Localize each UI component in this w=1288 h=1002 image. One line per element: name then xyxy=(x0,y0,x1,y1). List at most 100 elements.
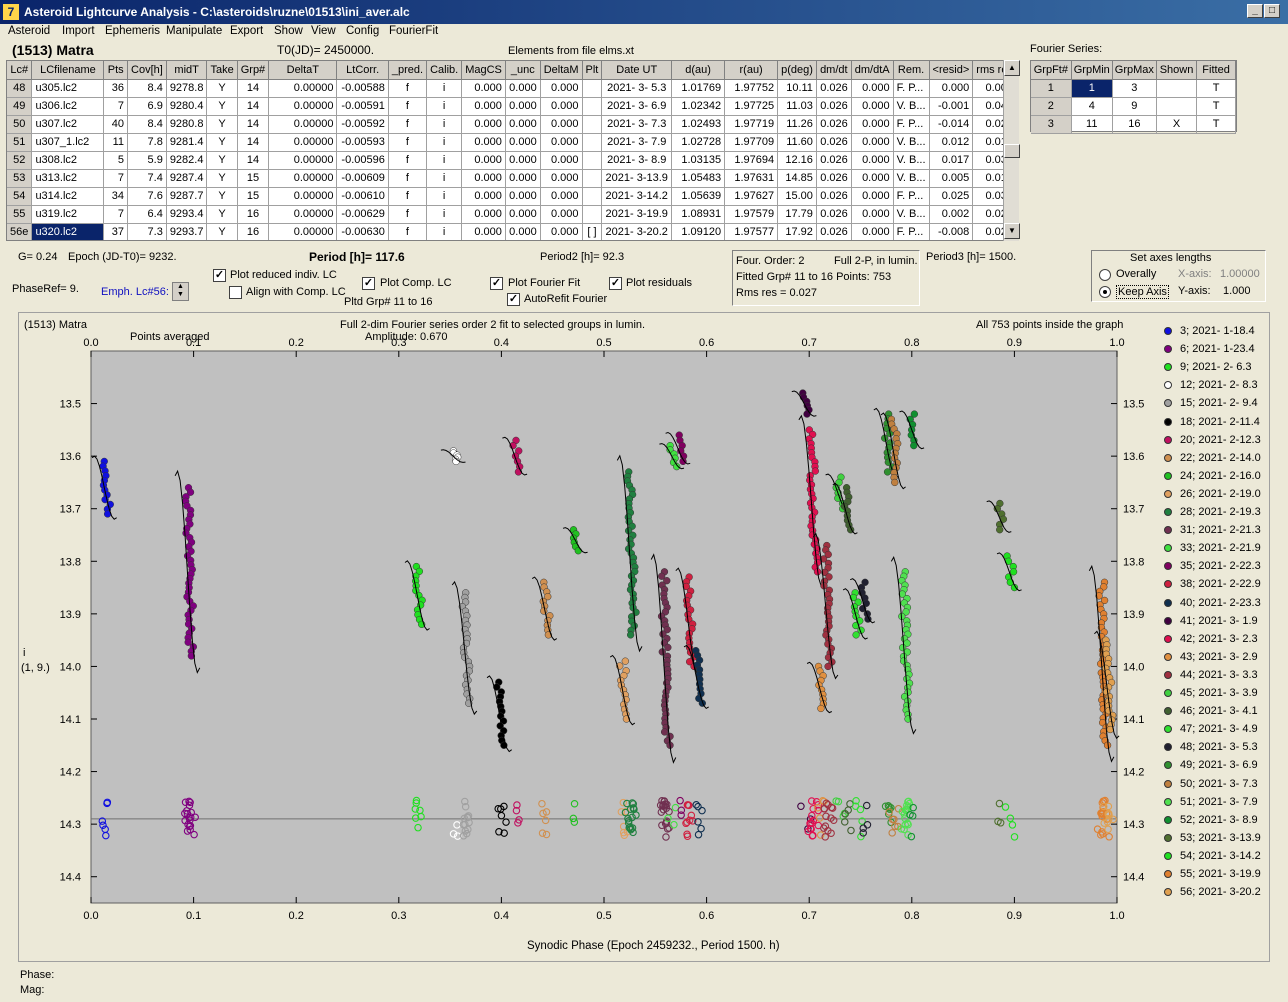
column-header[interactable]: dm/dt xyxy=(816,61,852,80)
table-cell[interactable]: 16 xyxy=(237,205,270,224)
table-cell[interactable]: 0.000 xyxy=(461,151,506,170)
table-cell[interactable]: 11 xyxy=(103,133,129,152)
minimize-button[interactable]: _ xyxy=(1247,4,1263,18)
table-cell[interactable]: 0.000 xyxy=(540,223,583,240)
table-cell[interactable]: 15 xyxy=(237,187,270,206)
table-cell[interactable]: i xyxy=(426,115,463,134)
row-number-cell[interactable]: 54 xyxy=(7,187,33,206)
plot-residuals-checkbox[interactable]: ✓ xyxy=(609,277,622,290)
table-row[interactable]: 51 u307_1.lc2 11 7.8 9281.4 Y 14 0.00000 -0.0059… xyxy=(7,133,1017,152)
column-header[interactable]: Pts xyxy=(103,61,129,80)
overally-radio[interactable] xyxy=(1099,269,1111,281)
column-header[interactable]: Date UT xyxy=(601,61,673,80)
table-cell[interactable]: 1.05483 xyxy=(671,169,726,188)
table-cell[interactable]: 0.000 xyxy=(505,151,541,170)
table-cell[interactable] xyxy=(582,115,603,134)
table-cell[interactable]: 9293.4 xyxy=(166,205,208,224)
row-number-cell[interactable]: 56e xyxy=(7,223,33,240)
table-cell[interactable]: 0.000 xyxy=(540,205,583,224)
table-cell[interactable]: 0.00000 xyxy=(268,187,338,206)
table-cell[interactable]: 0.000 xyxy=(851,151,894,170)
table-cell[interactable]: Y xyxy=(206,151,238,170)
table-cell[interactable]: 0.000 xyxy=(540,115,583,134)
table-cell[interactable]: 1.02342 xyxy=(671,97,726,116)
table-row[interactable]: 55 u319.lc2 7 6.4 9293.4 Y 16 0.00000 -0.00629 f i… xyxy=(7,205,1017,224)
menu-manipulate[interactable]: Manipulate xyxy=(166,25,222,37)
table-cell[interactable]: 0.026 xyxy=(816,187,852,206)
column-header[interactable]: LtCorr. xyxy=(336,61,389,80)
row-number-cell[interactable]: 51 xyxy=(7,133,33,152)
row-number-cell[interactable]: 48 xyxy=(7,79,33,98)
table-cell[interactable]: u305.lc2 xyxy=(31,79,105,98)
table-cell[interactable]: 7.8 xyxy=(127,133,167,152)
table-cell[interactable]: 1.97627 xyxy=(724,187,779,206)
table-cell[interactable]: i xyxy=(426,187,463,206)
fourier-cell[interactable]: T xyxy=(1196,115,1236,134)
fourier-cell[interactable]: 11 xyxy=(1071,115,1113,134)
fourier-cell[interactable] xyxy=(1156,79,1198,98)
table-cell[interactable]: 14 xyxy=(237,133,270,152)
table-cell[interactable]: 0.026 xyxy=(816,97,852,116)
table-cell[interactable]: 0.000 xyxy=(540,133,583,152)
table-cell[interactable]: 9293.7 xyxy=(166,223,208,240)
phaseref-value[interactable]: PhaseRef= 9. xyxy=(12,283,79,295)
lightcurve-table[interactable]: Lc# LCfilename Pts Cov[h] midT Take Grp# DeltaT… xyxy=(6,60,1018,241)
table-cell[interactable]: 40 xyxy=(103,115,129,134)
table-cell[interactable]: 14 xyxy=(237,97,270,116)
column-header[interactable]: r(au) xyxy=(724,61,779,80)
table-cell[interactable]: -0.001 xyxy=(929,97,974,116)
row-number-cell[interactable]: 55 xyxy=(7,205,33,224)
column-header[interactable]: midT xyxy=(166,61,208,80)
plot-area[interactable]: 0.0 0.0 0.1 0.1 0.2 0.2 0.3 0.3 0.4 0.4 0.5 0.5 0.6 0… xyxy=(18,312,1270,962)
period2-value[interactable]: Period2 [h]= 92.3 xyxy=(540,251,624,263)
table-cell[interactable]: 9280.4 xyxy=(166,97,208,116)
scroll-down-icon[interactable]: ▼ xyxy=(1004,223,1020,239)
table-cell[interactable]: 0.00000 xyxy=(268,115,338,134)
lightcurve-plot[interactable]: 0.00.00.10.10.20.20.30.30.40.40.50.50.60… xyxy=(19,313,1269,961)
table-cell[interactable]: 1.08931 xyxy=(671,205,726,224)
table-cell[interactable]: 2021- 3-20.2 xyxy=(601,223,673,240)
column-header[interactable]: LCfilename xyxy=(31,61,105,80)
table-cell[interactable]: 11.03 xyxy=(777,97,817,116)
table-cell[interactable]: i xyxy=(426,169,463,188)
fourier-cell[interactable]: 2 xyxy=(1031,97,1072,116)
fourier-cell[interactable]: 1 xyxy=(1031,79,1072,98)
table-cell[interactable]: Y xyxy=(206,133,238,152)
table-cell[interactable]: 0.000 xyxy=(461,169,506,188)
table-cell[interactable]: 1.97719 xyxy=(724,115,779,134)
fourier-row[interactable]: 249 T xyxy=(1031,97,1236,116)
table-cell[interactable]: 36 xyxy=(103,79,129,98)
fourier-column-header[interactable]: GrpFt# xyxy=(1031,61,1072,80)
table-cell[interactable]: 17.92 xyxy=(777,223,817,240)
table-cell[interactable]: -0.00592 xyxy=(336,115,389,134)
table-cell[interactable]: -0.00596 xyxy=(336,151,389,170)
table-cell[interactable] xyxy=(582,187,603,206)
column-header[interactable]: _pred. xyxy=(388,61,428,80)
maximize-button[interactable]: □ xyxy=(1264,4,1280,18)
table-cell[interactable]: 0.000 xyxy=(505,79,541,98)
table-cell[interactable]: 1.02728 xyxy=(671,133,726,152)
period-value[interactable]: Period [h]= 117.6 xyxy=(309,250,405,264)
menu-ephemeris[interactable]: Ephemeris xyxy=(105,25,160,37)
column-header[interactable]: Take xyxy=(206,61,238,80)
autorefit-checkbox[interactable]: ✓ xyxy=(507,293,520,306)
table-cell[interactable]: f xyxy=(388,79,428,98)
column-header[interactable]: p(deg) xyxy=(777,61,817,80)
table-cell[interactable]: 1.97577 xyxy=(724,223,779,240)
table-cell[interactable]: 7 xyxy=(103,97,129,116)
table-cell[interactable]: 9287.7 xyxy=(166,187,208,206)
emph-spinner[interactable]: ▲ ▼ xyxy=(172,282,189,301)
table-cell[interactable]: -0.00629 xyxy=(336,205,389,224)
table-cell[interactable]: 0.00000 xyxy=(268,169,338,188)
table-scrollbar[interactable]: ▲ ▼ xyxy=(1003,60,1020,241)
table-cell[interactable]: 7 xyxy=(103,169,129,188)
column-header[interactable]: dm/dtA xyxy=(851,61,894,80)
table-cell[interactable]: 0.000 xyxy=(505,133,541,152)
table-cell[interactable]: 0.002 xyxy=(929,205,974,224)
column-header[interactable]: DeltaT xyxy=(268,61,338,80)
table-cell[interactable]: V. B... xyxy=(893,169,930,188)
fourier-column-header[interactable]: GrpMax xyxy=(1112,61,1157,80)
plot-fourier-checkbox[interactable]: ✓ xyxy=(490,277,503,290)
table-cell[interactable]: 9278.8 xyxy=(166,79,208,98)
table-cell[interactable]: 1.97725 xyxy=(724,97,779,116)
